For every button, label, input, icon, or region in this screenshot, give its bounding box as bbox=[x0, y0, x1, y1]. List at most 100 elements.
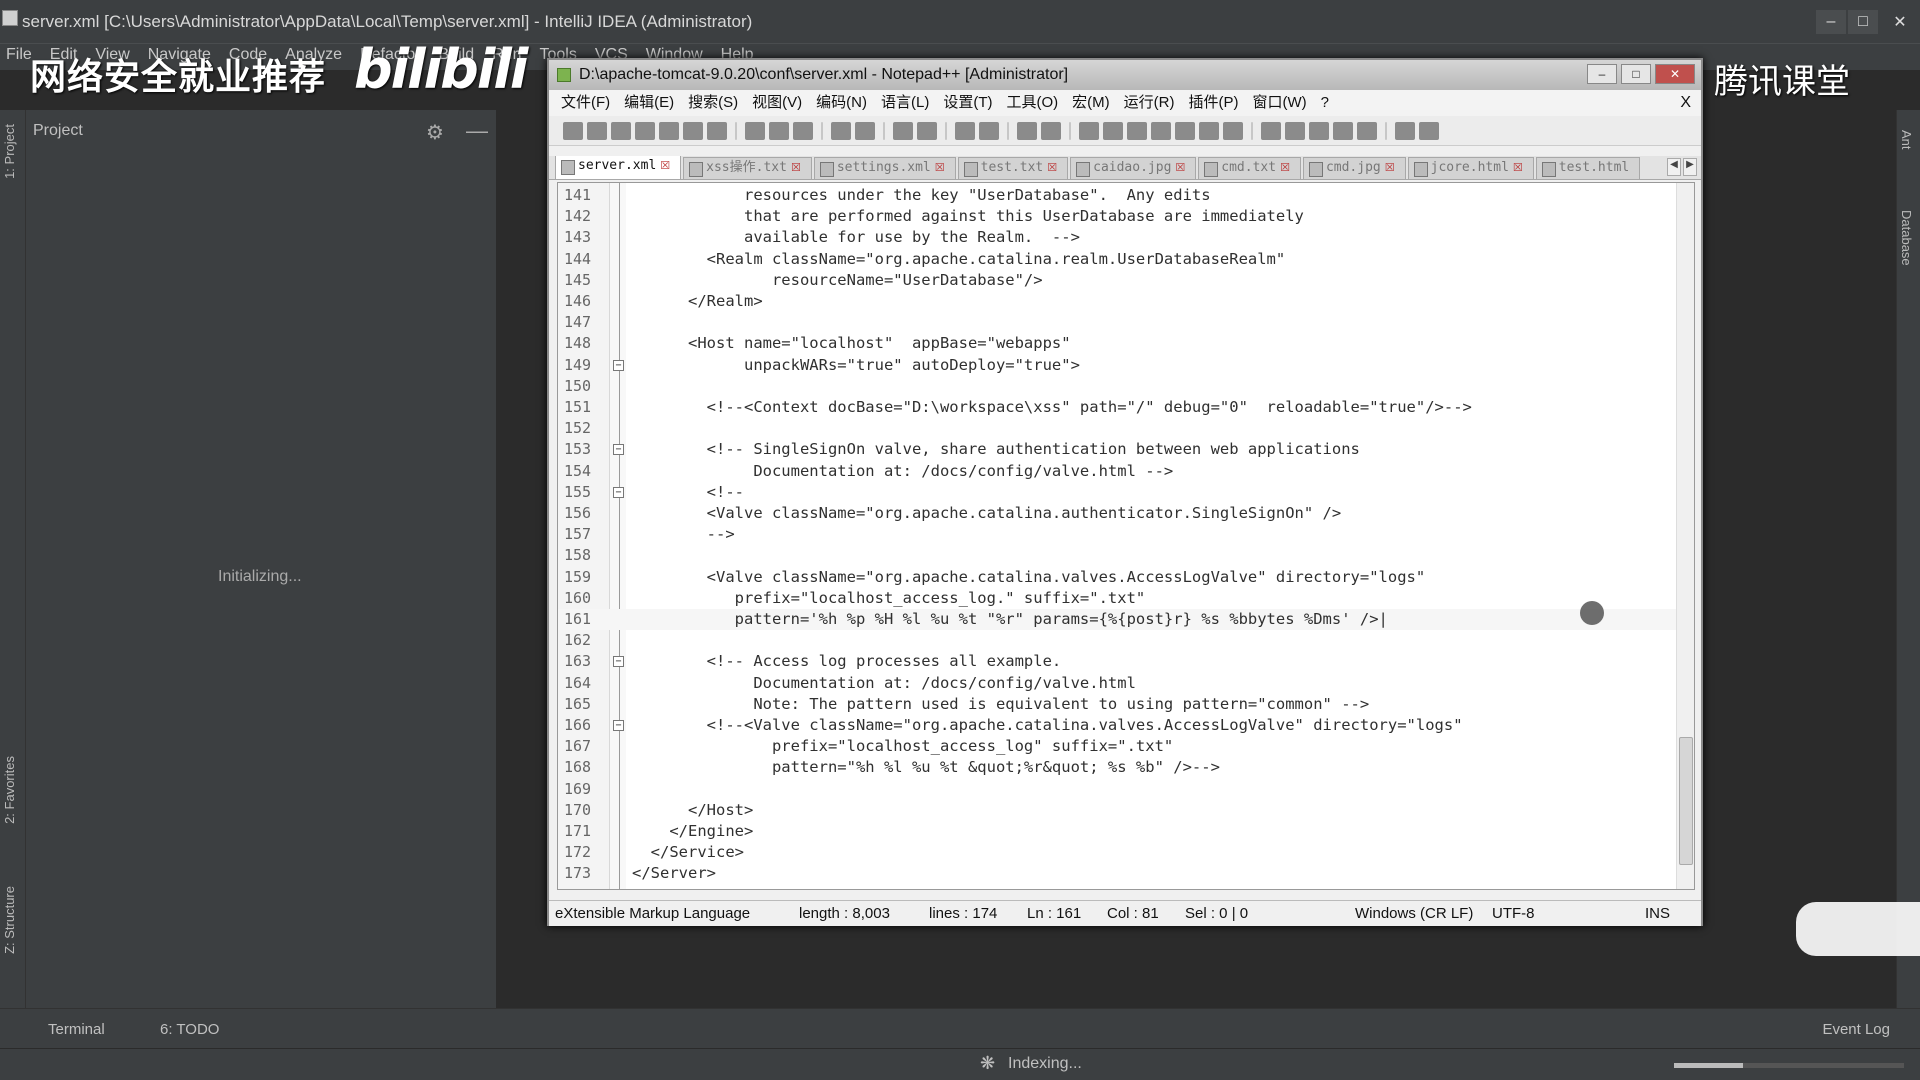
hex-editor-icon[interactable] bbox=[1419, 121, 1439, 140]
npp-menu-run[interactable]: 运行(R) bbox=[1124, 90, 1175, 116]
file-tab[interactable]: server.xml ☒ bbox=[555, 156, 682, 179]
code-line: 167 prefix="localhost_access_log" suffix… bbox=[558, 736, 1694, 757]
npp-minimize-icon[interactable]: – bbox=[1587, 64, 1617, 84]
save-macro-icon[interactable] bbox=[1357, 121, 1377, 140]
npp-menu-plugins[interactable]: 插件(P) bbox=[1188, 90, 1238, 116]
npp-menu-search[interactable]: 搜索(S) bbox=[688, 90, 738, 116]
zoom-out-icon[interactable] bbox=[979, 121, 999, 140]
find-icon[interactable] bbox=[893, 121, 913, 140]
function-list-icon[interactable] bbox=[1175, 121, 1195, 140]
run-macro-multiple-icon[interactable] bbox=[1333, 121, 1353, 140]
status-encoding: UTF-8 bbox=[1492, 905, 1535, 922]
replace-icon[interactable] bbox=[917, 121, 937, 140]
maximize-icon[interactable]: □ bbox=[1848, 10, 1878, 34]
code-line: 157 --> bbox=[558, 524, 1694, 545]
save-all-icon[interactable] bbox=[635, 121, 655, 140]
tab-close-icon[interactable]: ☒ bbox=[1385, 161, 1395, 174]
sync-h-icon[interactable] bbox=[1041, 121, 1061, 140]
tab-close-icon[interactable]: ☒ bbox=[935, 161, 945, 174]
tab-scroll-right-icon[interactable]: ▶ bbox=[1683, 158, 1697, 176]
floating-assistant-widget[interactable] bbox=[1796, 902, 1920, 956]
code-line: 151 <!--<Context docBase="D:\workspace\x… bbox=[558, 397, 1694, 418]
npp-menu-help[interactable]: ? bbox=[1321, 90, 1329, 116]
scrollbar-thumb[interactable] bbox=[1679, 737, 1693, 865]
file-tab[interactable]: caidao.jpg ☒ bbox=[1070, 157, 1197, 179]
indent-guide-icon[interactable] bbox=[1127, 121, 1147, 140]
play-macro-icon[interactable] bbox=[1309, 121, 1329, 140]
tab-terminal[interactable]: Terminal bbox=[48, 1021, 105, 1038]
npp-close-icon[interactable]: ✕ bbox=[1655, 64, 1695, 84]
line-number: 157 bbox=[564, 525, 592, 544]
close-icon[interactable]: ✕ bbox=[1880, 10, 1920, 34]
show-all-chars-icon[interactable] bbox=[1103, 121, 1123, 140]
zoom-in-icon[interactable] bbox=[955, 121, 975, 140]
npp-menu-tools[interactable]: 工具(O) bbox=[1006, 90, 1058, 116]
redo-icon[interactable] bbox=[855, 121, 875, 140]
monitoring-icon[interactable] bbox=[1223, 121, 1243, 140]
fold-toggle-icon[interactable]: − bbox=[613, 359, 624, 371]
file-tab[interactable]: cmd.jpg ☒ bbox=[1302, 157, 1406, 179]
cut-icon[interactable] bbox=[745, 121, 765, 140]
file-tab[interactable]: test.txt ☒ bbox=[957, 157, 1069, 179]
fold-toggle-icon[interactable]: − bbox=[613, 656, 624, 668]
file-tab[interactable]: test.html bbox=[1535, 157, 1641, 179]
npp-menu-view[interactable]: 视图(V) bbox=[752, 90, 802, 116]
line-number: 145 bbox=[564, 270, 592, 289]
tab-ant[interactable]: Ant bbox=[1899, 130, 1914, 150]
file-tab[interactable]: jcore.html ☒ bbox=[1407, 157, 1534, 179]
npp-menu-file[interactable]: 文件(F) bbox=[561, 90, 610, 116]
close-all-icon[interactable] bbox=[683, 121, 703, 140]
npp-close-doc-button[interactable]: X bbox=[1680, 90, 1691, 116]
npp-menu-window[interactable]: 窗口(W) bbox=[1252, 90, 1306, 116]
tab-close-icon[interactable]: ☒ bbox=[660, 159, 670, 172]
tab-favorites[interactable]: 2: Favorites bbox=[2, 756, 17, 824]
file-tab[interactable]: xss操作.txt ☒ bbox=[683, 157, 812, 179]
sync-v-icon[interactable] bbox=[1017, 121, 1037, 140]
close-file-icon[interactable] bbox=[659, 121, 679, 140]
vertical-scrollbar[interactable] bbox=[1676, 183, 1694, 889]
npp-menu-macro[interactable]: 宏(M) bbox=[1072, 90, 1110, 116]
spell-check-icon[interactable] bbox=[1395, 121, 1415, 140]
tab-close-icon[interactable]: ☒ bbox=[1513, 161, 1523, 174]
doc-map-icon[interactable] bbox=[1151, 121, 1171, 140]
tab-close-icon[interactable]: ☒ bbox=[1175, 161, 1185, 174]
file-tab[interactable]: settings.xml ☒ bbox=[813, 157, 956, 179]
word-wrap-icon[interactable] bbox=[1079, 121, 1099, 140]
new-file-icon[interactable] bbox=[563, 121, 583, 140]
hide-panel-icon[interactable]: — bbox=[466, 118, 488, 144]
npp-menu-edit[interactable]: 编辑(E) bbox=[624, 90, 674, 116]
mouse-pointer-highlight bbox=[1580, 601, 1604, 625]
tab-project[interactable]: 1: Project bbox=[2, 124, 17, 179]
undo-icon[interactable] bbox=[831, 121, 851, 140]
open-file-icon[interactable] bbox=[587, 121, 607, 140]
fold-toggle-icon[interactable]: − bbox=[613, 486, 624, 498]
tab-close-icon[interactable]: ☒ bbox=[1280, 161, 1290, 174]
tab-database[interactable]: Database bbox=[1899, 210, 1914, 266]
folder-workspace-icon[interactable] bbox=[1199, 121, 1219, 140]
menu-file[interactable]: File bbox=[6, 44, 32, 70]
tab-todo[interactable]: 6: TODO bbox=[160, 1021, 219, 1038]
event-log-button[interactable]: Event Log bbox=[1822, 1021, 1890, 1038]
status-language: eXtensible Markup Language bbox=[555, 905, 751, 922]
npp-maximize-icon[interactable]: □ bbox=[1621, 64, 1651, 84]
tab-scroll-left-icon[interactable]: ◀ bbox=[1667, 158, 1681, 176]
tab-close-icon[interactable]: ☒ bbox=[791, 161, 801, 174]
tab-close-icon[interactable]: ☒ bbox=[1047, 161, 1057, 174]
gear-icon[interactable]: ⚙ bbox=[426, 120, 444, 145]
fold-toggle-icon[interactable]: − bbox=[613, 444, 624, 456]
stop-macro-icon[interactable] bbox=[1285, 121, 1305, 140]
npp-menu-settings[interactable]: 设置(T) bbox=[943, 90, 992, 116]
save-icon[interactable] bbox=[611, 121, 631, 140]
tab-structure[interactable]: Z: Structure bbox=[2, 886, 17, 954]
npp-menu-language[interactable]: 语言(L) bbox=[881, 90, 929, 116]
status-insert-mode: INS bbox=[1645, 905, 1671, 922]
minimize-icon[interactable]: – bbox=[1816, 10, 1846, 34]
fold-toggle-icon[interactable]: − bbox=[613, 720, 624, 731]
paste-icon[interactable] bbox=[793, 121, 813, 140]
record-macro-icon[interactable] bbox=[1261, 121, 1281, 140]
print-icon[interactable] bbox=[707, 121, 727, 140]
copy-icon[interactable] bbox=[769, 121, 789, 140]
file-tab[interactable]: cmd.txt ☒ bbox=[1198, 157, 1301, 179]
npp-code-editor[interactable]: 141 resources under the key "UserDatabas… bbox=[557, 182, 1695, 890]
npp-menu-encoding[interactable]: 编码(N) bbox=[816, 90, 867, 116]
